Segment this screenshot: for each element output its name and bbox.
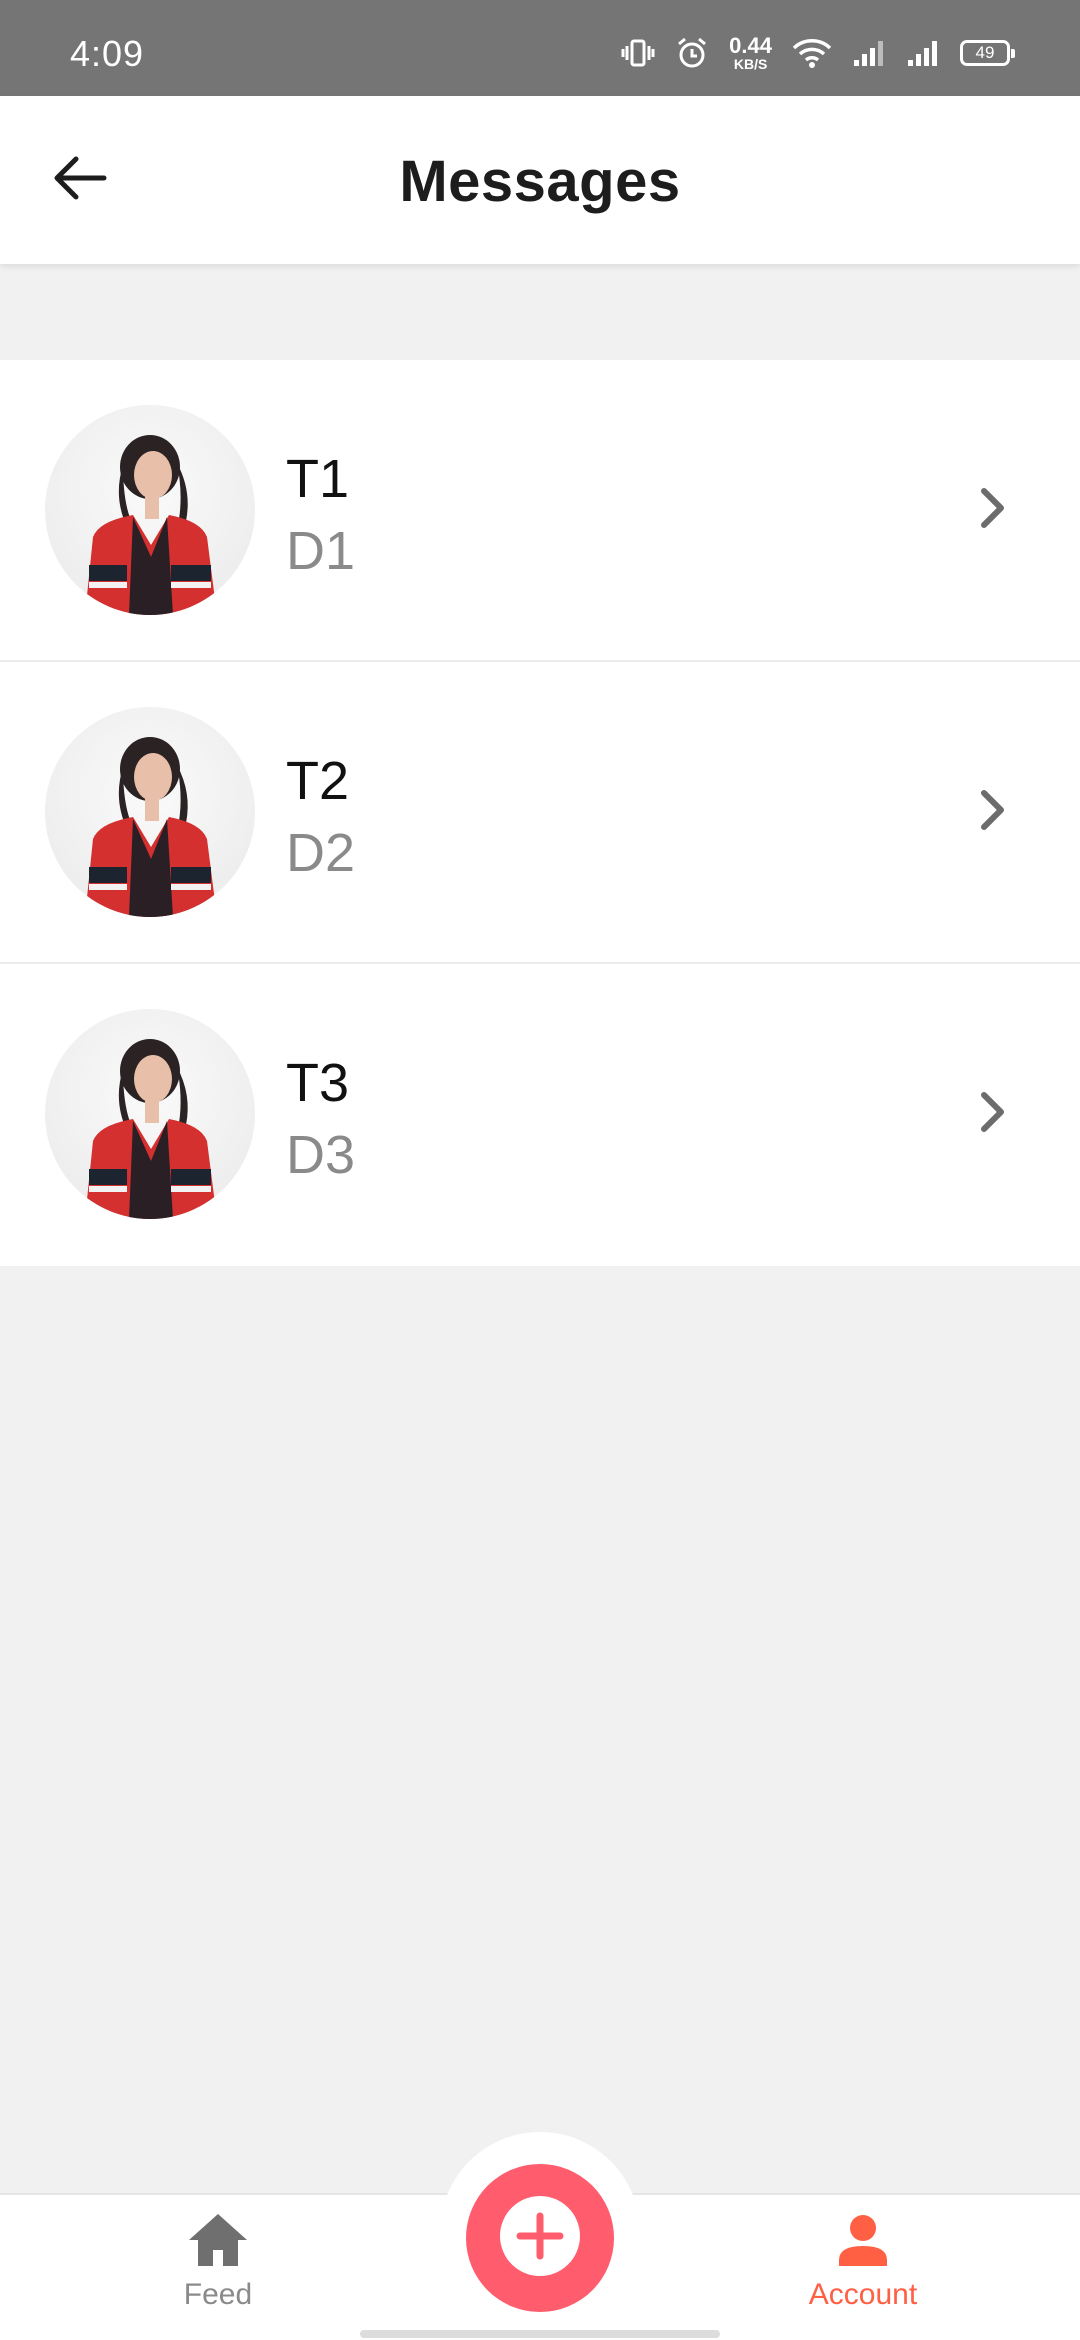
message-description: D1 [286, 521, 356, 581]
home-indicator [360, 2330, 720, 2338]
chevron-right-icon [968, 478, 1018, 538]
message-description: D2 [286, 823, 356, 883]
status-time: 4:09 [70, 33, 145, 74]
tab-account-label: Account [808, 2278, 918, 2311]
message-item[interactable]: T2 D2 [0, 662, 1080, 964]
message-title: T1 [286, 449, 350, 509]
message-title: T2 [286, 751, 350, 811]
person-icon [763, 2210, 963, 2270]
tab-feed[interactable]: Feed [118, 2210, 318, 2312]
plus-icon [498, 2194, 582, 2283]
signal-icon-2 [906, 38, 940, 68]
message-item[interactable]: T1 D1 [0, 360, 1080, 662]
wifi-icon [792, 38, 832, 68]
network-speed-unit: KB/S [733, 56, 768, 72]
message-list: T1 D1 T2 D2 T3 D3 [0, 360, 1080, 1266]
tab-feed-label: Feed [183, 2278, 253, 2311]
avatar [45, 1009, 255, 1219]
app-bar: Messages [0, 96, 1080, 264]
vibrate-icon [621, 37, 655, 69]
message-description: D3 [286, 1125, 356, 1185]
signal-icon [852, 38, 886, 68]
avatar [45, 707, 255, 917]
avatar [45, 405, 255, 615]
battery-indicator: 49 [960, 40, 1015, 66]
chevron-right-icon [968, 780, 1018, 840]
tab-account[interactable]: Account [763, 2210, 963, 2312]
page-title: Messages [399, 149, 681, 214]
network-speed-value: 0.44 [729, 33, 772, 58]
message-title: T3 [286, 1053, 350, 1113]
add-button[interactable] [466, 2164, 614, 2312]
status-icons: 0.44 KB/S 49 [621, 25, 1015, 72]
chevron-right-icon [968, 1082, 1018, 1142]
message-item[interactable]: T3 D3 [0, 964, 1080, 1266]
alarm-icon [675, 36, 709, 70]
status-bar: 4:09 0.44 KB/S 49 [0, 0, 1080, 96]
network-speed: 0.44 KB/S [729, 33, 772, 72]
home-icon [118, 2210, 318, 2270]
